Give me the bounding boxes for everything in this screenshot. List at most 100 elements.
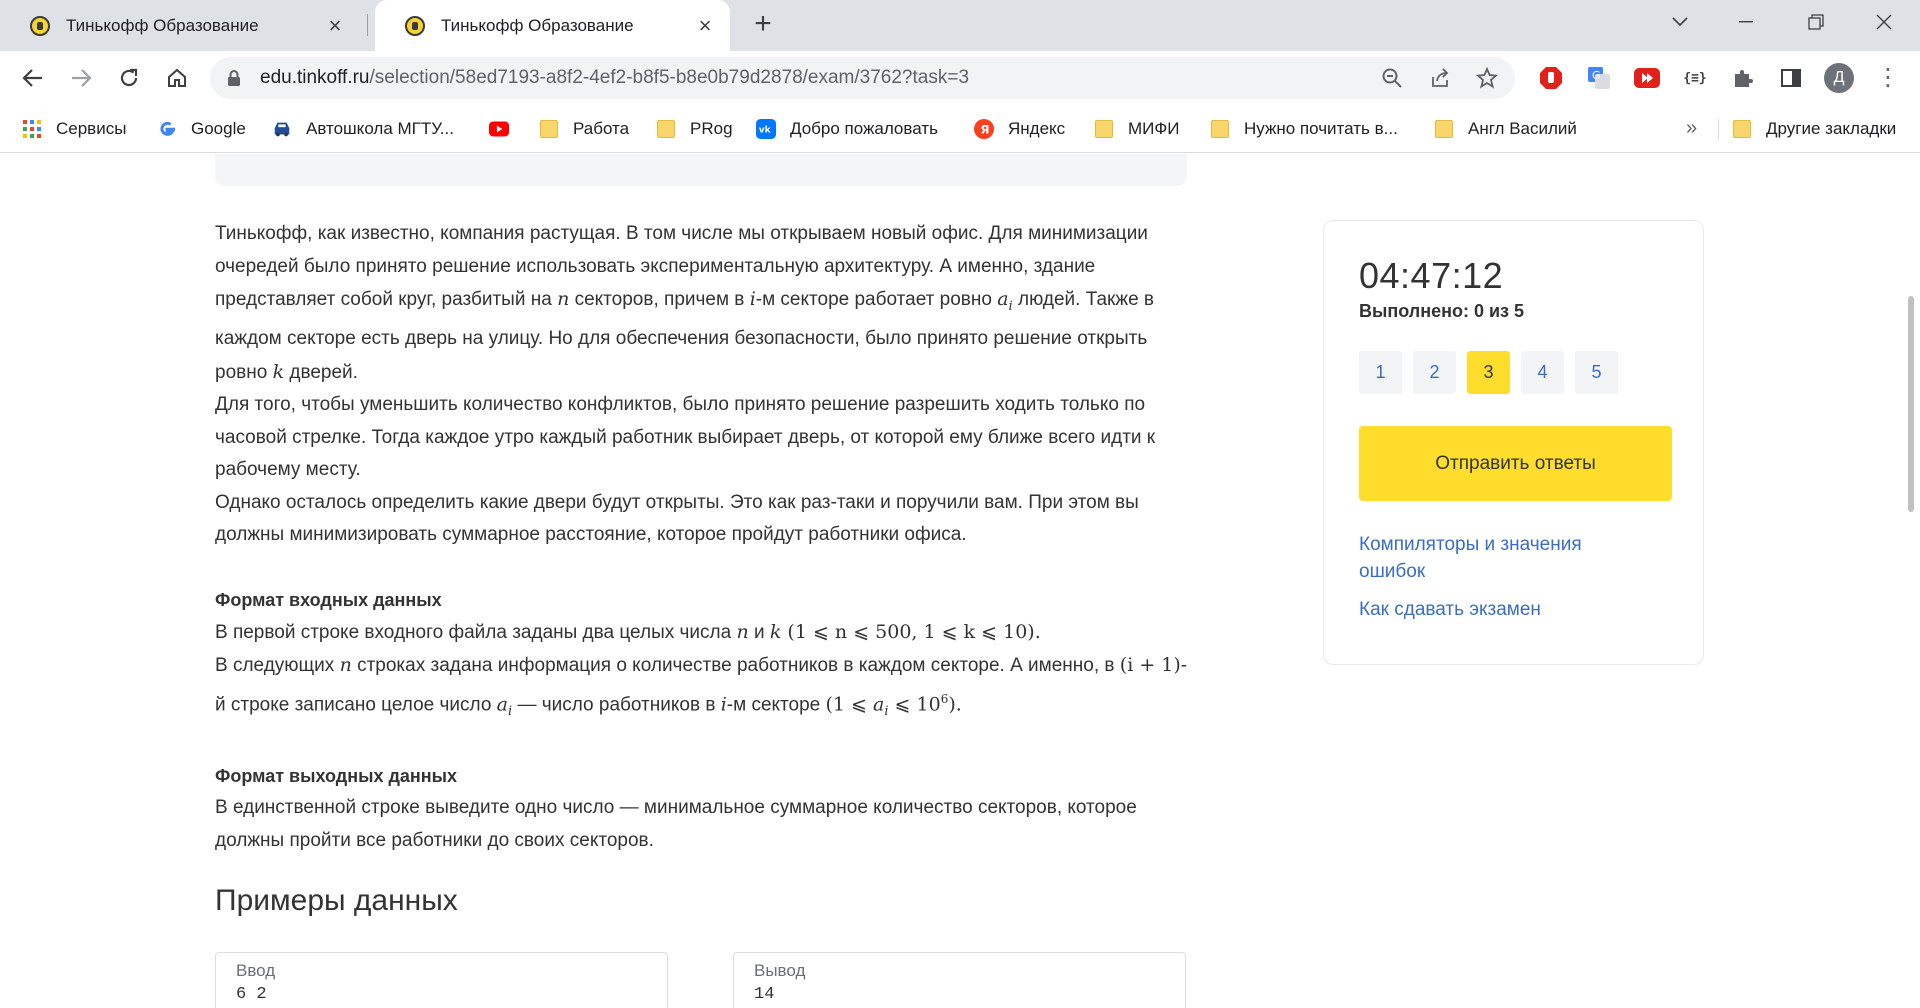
svg-text:Я: Я: [980, 123, 989, 137]
compilers-link[interactable]: Компиляторы и значения ошибок: [1359, 531, 1639, 585]
tinkoff-favicon-icon: [405, 15, 425, 36]
google-icon: [157, 119, 177, 139]
close-icon[interactable]: ×: [324, 14, 346, 37]
folder-icon: [1732, 119, 1752, 139]
svg-text:vk: vk: [759, 126, 772, 136]
tab-strip: Тинькофф Образование × Тинькофф Образова…: [0, 0, 1920, 51]
tab-title: Тинькофф Образование: [66, 15, 259, 35]
bookmarks-bar: Сервисы Google Автошкола МГТУ... Работа …: [0, 105, 1920, 153]
bookmark-folder-english[interactable]: Англ Василий: [1434, 117, 1577, 141]
tab-inactive[interactable]: Тинькофф Образование ×: [0, 0, 360, 51]
forward-arrow-icon[interactable]: [64, 61, 98, 95]
bookmark-folder-read[interactable]: Нужно почитать в...: [1210, 117, 1398, 141]
bookmark-autoschool[interactable]: Автошкола МГТУ...: [272, 117, 454, 141]
yandex-icon: Я: [974, 119, 994, 139]
json-extension-icon[interactable]: {≡}: [1682, 65, 1708, 91]
bookmark-label: Другие закладки: [1766, 119, 1897, 138]
bookmark-label: Автошкола МГТУ...: [306, 119, 454, 138]
input-format-line: В следующих n строках задана информация …: [215, 654, 1188, 719]
task-nav-item[interactable]: 2: [1413, 351, 1456, 394]
tinkoff-favicon-icon: [30, 15, 50, 36]
bookmark-star-icon[interactable]: [1475, 66, 1499, 90]
bookmark-label: Google: [191, 119, 246, 138]
bookmark-folder-work[interactable]: Работа: [539, 117, 629, 141]
tab-active[interactable]: Тинькофф Образование ×: [375, 0, 730, 51]
task-nav-item[interactable]: 5: [1575, 351, 1618, 394]
folder-icon: [1210, 119, 1230, 139]
bookmark-folder-mifi[interactable]: МИФИ: [1094, 117, 1180, 141]
home-icon[interactable]: [160, 61, 194, 95]
example-input-value: 6 2: [236, 985, 267, 1004]
progress-status: Выполнено: 0 из 5: [1359, 301, 1525, 321]
exam-timer: 04:47:12: [1359, 255, 1504, 296]
youtube-icon: [489, 119, 509, 139]
task-paragraph: Тинькофф, как известно, компания растуща…: [215, 223, 1155, 383]
restore-button[interactable]: [1786, 0, 1846, 44]
bookmark-label: Яндекс: [1008, 119, 1066, 138]
translate-extension-icon[interactable]: G: [1586, 65, 1612, 91]
submit-answers-button[interactable]: Отправить ответы: [1359, 426, 1672, 501]
bookmark-google[interactable]: Google: [157, 117, 246, 141]
browser-toolbar: edu.tinkoff.ru/selection/58ed7193-a8f2-4…: [0, 51, 1920, 105]
side-panel-icon[interactable]: [1778, 65, 1804, 91]
puzzle-extensions-icon[interactable]: [1730, 65, 1756, 91]
url-text[interactable]: edu.tinkoff.ru/selection/58ed7193-a8f2-4…: [260, 67, 969, 89]
exam-sidebar: 04:47:12 Выполнено: 0 из 5 1 2 3 4 5 Отп…: [1323, 220, 1704, 665]
task-paragraph: Однако осталось определить какие двери б…: [215, 491, 1139, 546]
input-format-heading: Формат входных данных: [215, 589, 442, 610]
tab-separator: [367, 14, 368, 36]
zoom-icon[interactable]: [1380, 66, 1404, 90]
folder-icon: [656, 119, 676, 139]
close-window-button[interactable]: [1854, 0, 1914, 44]
example-output-label: Вывод: [754, 961, 806, 980]
bookmark-other[interactable]: Другие закладки: [1732, 117, 1896, 141]
bookmark-youtube[interactable]: [489, 117, 523, 141]
examples-heading: Примеры данных: [215, 884, 458, 917]
task-paragraph: Для того, чтобы уменьшить количество кон…: [215, 394, 1156, 481]
kebab-menu-icon[interactable]: ⋮: [1876, 63, 1900, 93]
address-bar[interactable]: edu.tinkoff.ru/selection/58ed7193-a8f2-4…: [210, 57, 1515, 99]
task-statement: Тинькофф, как известно, компания растуща…: [215, 218, 1195, 857]
folder-icon: [1094, 119, 1114, 139]
apps-grid-icon: [22, 119, 42, 139]
svg-text:G: G: [1592, 69, 1601, 82]
example-output-value: 14: [754, 985, 775, 1004]
bookmark-label: Добро пожаловать: [790, 119, 938, 138]
folder-icon: [1434, 119, 1454, 139]
tab-title: Тинькофф Образование: [441, 15, 634, 35]
share-icon[interactable]: [1428, 66, 1452, 90]
bookmarks-divider: [1718, 119, 1719, 141]
output-format-heading: Формат выходных данных: [215, 766, 458, 787]
exam-howto-link[interactable]: Как сдавать экзамен: [1359, 596, 1541, 623]
task-nav-item-current[interactable]: 3: [1467, 351, 1510, 394]
bookmark-yandex[interactable]: Я Яндекс: [974, 117, 1065, 141]
car-icon: [272, 119, 292, 139]
vk-icon: vk: [756, 119, 776, 139]
video-extension-icon[interactable]: [1634, 65, 1660, 91]
page-content: Тинькофф, как известно, компания растуща…: [0, 154, 1920, 1008]
page-scrollbar[interactable]: [1908, 296, 1914, 512]
bookmark-label: Работа: [573, 119, 630, 138]
bookmark-label: Англ Василий: [1468, 119, 1577, 138]
close-icon[interactable]: ×: [694, 14, 716, 37]
minimize-button[interactable]: [1716, 0, 1776, 44]
bookmark-services[interactable]: Сервисы: [22, 117, 126, 141]
reload-icon[interactable]: [112, 61, 146, 95]
image-placeholder: [215, 154, 1187, 186]
example-output-box[interactable]: Вывод 14: [733, 952, 1186, 1008]
input-format-line: В первой строке входного файла заданы дв…: [215, 620, 1041, 643]
lock-icon[interactable]: [224, 68, 244, 88]
new-tab-button[interactable]: +: [748, 9, 778, 40]
adblock-extension-icon[interactable]: [1538, 65, 1564, 91]
bookmarks-overflow-button[interactable]: »: [1686, 117, 1697, 140]
bookmark-label: Нужно почитать в...: [1244, 119, 1398, 138]
task-nav-item[interactable]: 4: [1521, 351, 1564, 394]
back-arrow-icon[interactable]: [16, 61, 50, 95]
output-format-line: В единственной строке выведите одно числ…: [215, 797, 1137, 851]
bookmark-folder-prog[interactable]: PRog: [656, 117, 733, 141]
example-input-box[interactable]: Ввод 6 2: [215, 952, 668, 1008]
bookmark-vk[interactable]: vk Добро пожаловать: [756, 117, 938, 141]
tab-search-chevron-icon[interactable]: [1650, 0, 1710, 44]
task-nav-item[interactable]: 1: [1359, 351, 1402, 394]
profile-avatar[interactable]: Д: [1824, 63, 1854, 93]
